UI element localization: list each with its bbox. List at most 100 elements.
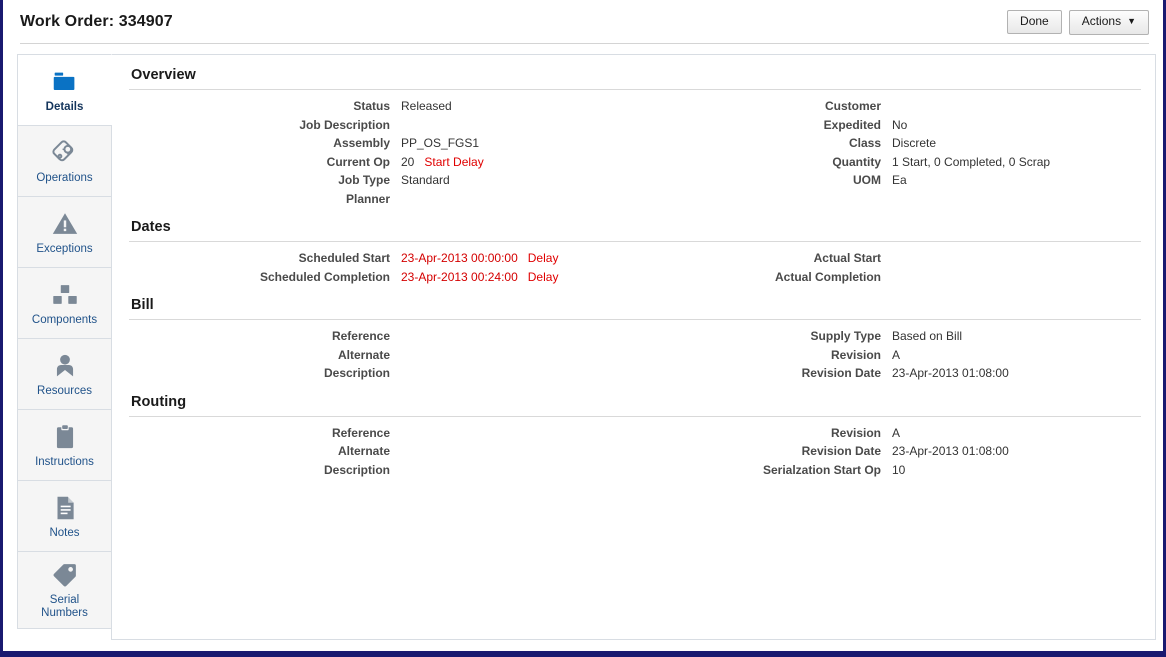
- field-row: Quantity 1 Start, 0 Completed, 0 Scrap: [635, 155, 1141, 170]
- right-field-column: Revision A Revision Date 23-Apr-2013 01:08:…: [635, 426, 1141, 482]
- field-row: Revision A: [635, 426, 1141, 441]
- sections-host: Overview Status Released Job Description Ass…: [129, 67, 1141, 488]
- field-label: Description: [323, 462, 390, 477]
- field-row: Actual Completion: [635, 270, 1141, 285]
- field-row: Job Description: [129, 118, 635, 133]
- section-divider: [129, 415, 1141, 417]
- header-divider: [20, 43, 1149, 44]
- page-header: Work Order: 334907 Done Actions ▼: [3, 0, 1163, 44]
- tab-label: Notes: [49, 526, 80, 539]
- field-columns: Reference Alternate Description Supply Type…: [129, 329, 1141, 392]
- right-field-column: Supply Type Based on Bill Revision A Revisio…: [635, 329, 1141, 385]
- field-row: Expedited No: [635, 118, 1141, 133]
- section-title: Routing: [131, 393, 187, 410]
- field-label: Class: [848, 136, 881, 150]
- field-value: Based on Bill: [892, 329, 963, 343]
- warning-triangle-icon: [50, 209, 80, 239]
- field-row: Assembly PP_OS_FGS1: [129, 136, 635, 151]
- sidebar-tab-serial-numbers[interactable]: Serial Numbers: [17, 551, 112, 629]
- sidebar-tab-operations[interactable]: Operations: [17, 125, 112, 196]
- sidebar-tab-exceptions[interactable]: Exceptions: [17, 196, 112, 267]
- field-columns: Scheduled Start 23-Apr-2013 00:00:00 Delay…: [129, 251, 1141, 295]
- field-row: Revision A: [635, 348, 1141, 363]
- field-value: A: [892, 347, 901, 362]
- work-order-body: Details Operations Exceptions Components Res…: [17, 54, 1156, 640]
- page-title: Work Order: 334907: [20, 13, 173, 30]
- sidebar-tab-resources[interactable]: Resources: [17, 338, 112, 409]
- sidebar-tab-instructions[interactable]: Instructions: [17, 409, 112, 480]
- field-value: Discrete: [892, 136, 937, 150]
- field-row: Status Released: [129, 99, 635, 114]
- actions-button[interactable]: Actions ▼: [1068, 9, 1149, 35]
- header-actions: Done Actions ▼: [1007, 9, 1149, 35]
- section-title: Overview: [131, 67, 196, 83]
- left-field-column: Scheduled Start 23-Apr-2013 00:00:00 Delay…: [129, 251, 635, 288]
- tab-label: Components: [31, 313, 98, 326]
- details-panel: Overview Status Released Job Description Ass…: [111, 54, 1156, 640]
- actions-button-label: Actions: [1081, 13, 1122, 28]
- work-order-page: Work Order: 334907 Done Actions ▼ Details…: [0, 0, 1166, 657]
- field-alert-tag: Start Delay: [424, 154, 484, 169]
- section-bill: Bill Reference Alternate Description Supply …: [129, 297, 1141, 392]
- field-label: Revision Date: [801, 366, 881, 380]
- chevron-down-icon: ▼: [1127, 15, 1136, 26]
- field-label: Revision: [830, 347, 881, 362]
- field-row: Alternate: [129, 444, 635, 459]
- blocks-icon: [50, 280, 80, 310]
- field-columns: Status Released Job Description Assembly PP_…: [129, 99, 1141, 217]
- tag-icon: [50, 560, 80, 590]
- field-row: Customer: [635, 99, 1141, 114]
- field-row: Reference: [129, 329, 635, 344]
- section-divider: [129, 89, 1141, 90]
- field-label: Actual Completion: [774, 269, 881, 284]
- tab-label: Serial Numbers: [41, 594, 88, 619]
- field-label: Status: [353, 99, 390, 113]
- section-dates: Dates Scheduled Start 23-Apr-2013 00:00:00…: [129, 219, 1141, 295]
- field-value: Standard: [401, 173, 450, 187]
- field-label: Description: [323, 366, 390, 380]
- field-label: Serialzation Start Op: [762, 462, 881, 477]
- field-row: Description: [129, 366, 635, 381]
- field-value: A: [892, 425, 901, 440]
- right-field-column: Customer Expedited No Class Discrete Quantity…: [635, 99, 1141, 210]
- field-value: 10: [892, 462, 906, 477]
- field-row: Description: [129, 463, 635, 478]
- sidebar-tab-details[interactable]: Details: [17, 54, 112, 125]
- tab-label: Exceptions: [36, 242, 93, 255]
- field-value: 23-Apr-2013 00:24:00: [401, 269, 518, 284]
- field-label: Job Type: [338, 173, 390, 187]
- field-row: Job Type Standard: [129, 173, 635, 188]
- field-label: Alternate: [337, 444, 390, 458]
- tab-label: Resources: [37, 384, 92, 397]
- field-label: Customer: [824, 99, 881, 113]
- left-field-column: Status Released Job Description Assembly PP_…: [129, 99, 635, 210]
- field-value: 1 Start, 0 Completed, 0 Scrap: [892, 154, 1051, 169]
- sidebar-tab-notes[interactable]: Notes: [17, 480, 112, 551]
- field-value: No: [892, 117, 908, 132]
- section-title: Bill: [131, 297, 154, 313]
- field-value: Ea: [892, 173, 907, 187]
- field-label: Job Description: [299, 117, 390, 132]
- field-row: Supply Type Based on Bill: [635, 329, 1141, 344]
- section-title: Dates: [131, 219, 171, 235]
- field-label: Reference: [331, 425, 390, 440]
- field-value: 23-Apr-2013 01:08:00: [892, 444, 1009, 458]
- field-row: UOM Ea: [635, 173, 1141, 188]
- field-label: Assembly: [333, 136, 390, 150]
- field-label: Expedited: [823, 117, 881, 132]
- field-alert-tag: Delay: [527, 269, 559, 284]
- field-row: Revision Date 23-Apr-2013 01:08:00: [635, 444, 1141, 459]
- tab-rail: Details Operations Exceptions Components Res…: [17, 54, 112, 629]
- section-overview: Overview Status Released Job Description Ass…: [129, 67, 1141, 217]
- field-row: Scheduled Completion 23-Apr-2013 00:24:00…: [129, 270, 635, 285]
- clipboard-icon: [50, 422, 80, 452]
- field-row: Scheduled Start 23-Apr-2013 00:00:00 Delay: [129, 251, 635, 266]
- field-label: Current Op: [326, 154, 390, 169]
- done-button[interactable]: Done: [1007, 10, 1062, 34]
- field-label: UOM: [853, 173, 881, 187]
- sidebar-tab-components[interactable]: Components: [17, 267, 112, 338]
- right-field-column: Actual Start Actual Completion: [635, 251, 1141, 288]
- field-row: Class Discrete: [635, 136, 1141, 151]
- done-button-label: Done: [1020, 14, 1049, 28]
- field-row: Reference: [129, 426, 635, 441]
